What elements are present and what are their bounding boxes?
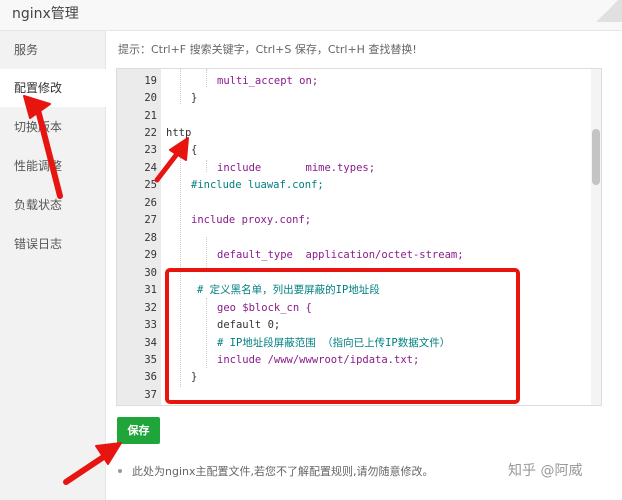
code-text: include proxy.conf; bbox=[191, 214, 312, 226]
scrollbar-thumb[interactable] bbox=[592, 129, 600, 185]
line-number: 21 bbox=[144, 110, 157, 122]
annotation-highlight-box bbox=[165, 268, 520, 404]
code-line: 20 } bbox=[117, 90, 601, 108]
editor-scrollbar[interactable] bbox=[591, 69, 601, 405]
line-number: 23 bbox=[144, 144, 157, 156]
line-number: 32 bbox=[144, 302, 157, 314]
code-text: #include luawaf.conf; bbox=[191, 179, 324, 191]
code-text: } bbox=[191, 92, 198, 104]
window-corner bbox=[592, 0, 622, 22]
code-line: 29 default_type application/octet-stream… bbox=[117, 247, 601, 265]
line-number: 30 bbox=[144, 267, 157, 279]
save-button[interactable]: 保存 bbox=[117, 417, 160, 444]
line-number: 29 bbox=[144, 249, 157, 261]
code-line: 25 #include luawaf.conf; bbox=[117, 177, 601, 195]
line-number: 27 bbox=[144, 214, 157, 226]
config-note: 此处为nginx主配置文件,若您不了解配置规则,请勿随意修改。 bbox=[132, 465, 434, 478]
code-line: 28 bbox=[117, 230, 601, 248]
line-number: 19 bbox=[144, 75, 157, 87]
sidebar-item-service[interactable]: 服务 bbox=[0, 31, 105, 69]
line-number: 34 bbox=[144, 337, 157, 349]
line-number: 20 bbox=[144, 92, 157, 104]
code-line: 24 include mime.types; bbox=[117, 160, 601, 178]
code-content: multi_accept on; bbox=[217, 75, 319, 87]
sidebar-item-performance[interactable]: 性能调整 bbox=[0, 147, 105, 185]
title-bar: nginx管理 bbox=[0, 0, 622, 31]
watermark: 知乎 @阿威 bbox=[508, 463, 583, 479]
line-number: 33 bbox=[144, 319, 157, 331]
code-text: include mime.types; bbox=[217, 162, 376, 174]
sidebar-item-config[interactable]: 配置修改 bbox=[0, 69, 106, 107]
line-number: 36 bbox=[144, 371, 157, 383]
window-title: nginx管理 bbox=[12, 6, 79, 22]
code-line: 26 bbox=[117, 195, 601, 213]
sidebar: 服务 配置修改 切换版本 性能调整 负载状态 错误日志 bbox=[0, 31, 106, 500]
line-number: 37 bbox=[144, 389, 157, 401]
code-text: multi_accept on; bbox=[217, 73, 318, 91]
sidebar-item-error-log[interactable]: 错误日志 bbox=[0, 225, 105, 263]
sidebar-item-switch-version[interactable]: 切换版本 bbox=[0, 108, 105, 146]
line-number: 35 bbox=[144, 354, 157, 366]
line-number: 28 bbox=[144, 232, 157, 244]
code-line: 22 http bbox=[117, 125, 601, 143]
code-line: 23 { bbox=[117, 142, 601, 160]
code-text: http bbox=[166, 127, 192, 139]
shortcut-hint: 提示：Ctrl+F 搜索关键字，Ctrl+S 保存，Ctrl+H 查找替换! bbox=[118, 43, 417, 56]
code-text: { bbox=[191, 144, 198, 156]
code-line: 21 bbox=[117, 108, 601, 126]
line-number: 24 bbox=[144, 162, 157, 174]
code-line: 19 multi_accept on; bbox=[117, 73, 601, 91]
line-number: 31 bbox=[144, 284, 157, 296]
line-number: 26 bbox=[144, 197, 157, 209]
code-line: 27 include proxy.conf; bbox=[117, 212, 601, 230]
line-number: 25 bbox=[144, 179, 157, 191]
note-bullet-icon bbox=[118, 469, 122, 473]
line-number: 22 bbox=[144, 127, 157, 139]
code-text: default_type application/octet-stream; bbox=[217, 249, 464, 261]
sidebar-item-load-status[interactable]: 负载状态 bbox=[0, 186, 105, 224]
